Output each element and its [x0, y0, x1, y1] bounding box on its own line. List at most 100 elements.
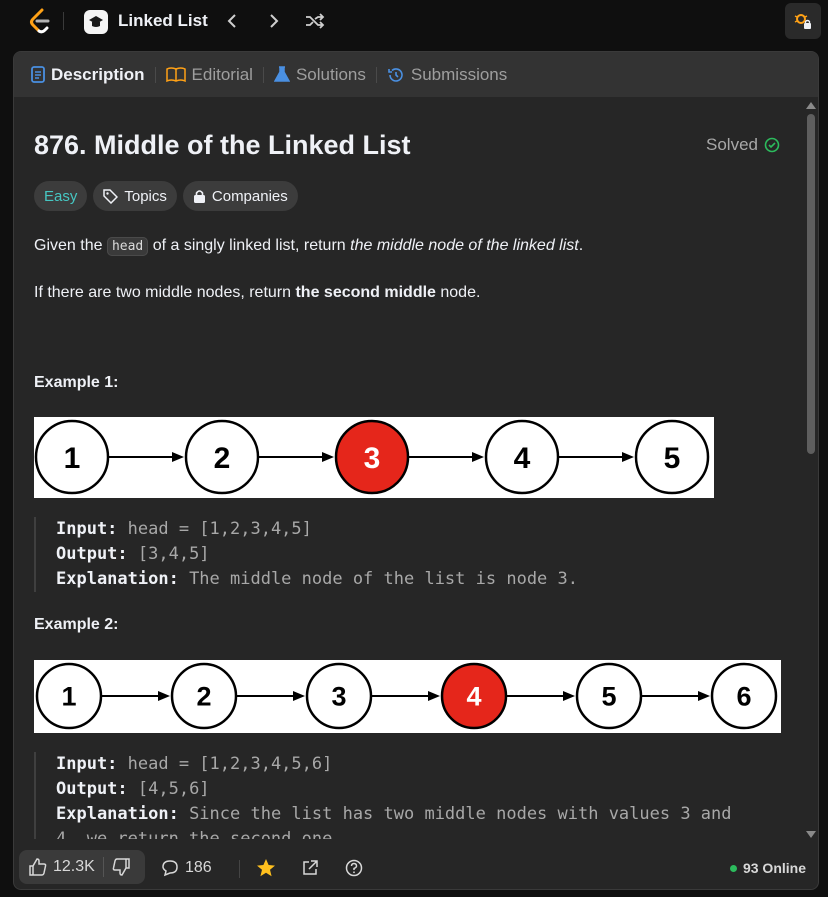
- companies-label: Companies: [211, 187, 288, 205]
- node-value: 1: [64, 442, 81, 475]
- random-problem-button[interactable]: [303, 9, 327, 33]
- shuffle-icon: [306, 13, 325, 29]
- help-button[interactable]: [345, 859, 363, 882]
- tag-icon: [103, 188, 119, 204]
- share-external-icon: [303, 860, 318, 875]
- like-button[interactable]: 12.3K: [29, 858, 95, 876]
- arrow-head-icon: [428, 691, 440, 701]
- output-label: Output:: [56, 544, 128, 564]
- tab-divider: [375, 66, 377, 83]
- solved-label: Solved: [706, 135, 758, 154]
- arrow-head-icon: [172, 452, 184, 462]
- comments-button[interactable]: 186: [161, 859, 212, 877]
- tab-submissions[interactable]: Submissions: [387, 65, 507, 85]
- history-icon: [388, 67, 403, 82]
- dislike-button[interactable]: [112, 858, 130, 876]
- check-circle-icon: [764, 137, 780, 153]
- input-value: head = [1,2,3,4,5]: [117, 519, 312, 539]
- chevron-right-icon: [270, 14, 279, 28]
- vote-divider: [102, 857, 104, 877]
- output-value: [4,5,6]: [127, 779, 210, 799]
- problem-list-title[interactable]: Linked List: [118, 11, 208, 31]
- top-bar: Linked List: [0, 0, 828, 42]
- tag-row: Easy Topics Companies: [34, 181, 298, 211]
- example-1-io: Input: head = [1,2,3,4,5] Output: [3,4,5…: [34, 517, 578, 592]
- flask-icon: [273, 66, 290, 82]
- explanation-value-line-2: 4, we return the second one.: [56, 829, 343, 839]
- vote-group: 12.3K: [19, 850, 145, 884]
- prev-problem-button[interactable]: [220, 9, 244, 33]
- tab-label: Editorial: [191, 64, 253, 84]
- example-2-diagram: 1 2 3 4 5 6: [34, 660, 781, 733]
- thumbs-up-icon: [29, 858, 47, 876]
- text: Given the: [34, 237, 107, 254]
- scroll-down-icon[interactable]: [805, 830, 817, 840]
- node-value: 4: [466, 682, 481, 712]
- arrow-head-icon: [158, 691, 170, 701]
- divider: [63, 12, 64, 30]
- tab-bar: Description Editorial Solutions Submissi…: [14, 52, 818, 97]
- example-1-title: Example 1:: [34, 374, 119, 391]
- tab-description[interactable]: Description: [31, 65, 145, 85]
- description-paragraph-2: If there are two middle nodes, return th…: [34, 282, 480, 304]
- explanation-value: Since the list has two middle nodes with…: [178, 804, 732, 824]
- code-snippet: head: [106, 237, 149, 256]
- example-2-title: Example 2:: [34, 616, 119, 633]
- tab-divider: [262, 66, 264, 83]
- online-indicator: 93 Online: [729, 860, 806, 876]
- leetcode-logo-icon[interactable]: [28, 8, 52, 34]
- tab-solutions[interactable]: Solutions: [273, 64, 366, 85]
- text: node.: [435, 284, 481, 301]
- scrollbar-thumb[interactable]: [807, 114, 815, 454]
- tab-label: Solutions: [295, 64, 366, 84]
- description-paragraph-1: Given the head of a singly linked list, …: [34, 235, 583, 258]
- node-value: 2: [214, 442, 231, 475]
- problem-description: 876. Middle of the Linked List Solved Ea…: [14, 97, 804, 839]
- tab-editorial[interactable]: Editorial: [165, 64, 253, 85]
- arrow-head-icon: [698, 691, 710, 701]
- output-label: Output:: [56, 779, 128, 799]
- problem-title: 876. Middle of the Linked List: [34, 130, 411, 160]
- problem-list-icon[interactable]: [84, 10, 108, 34]
- ai-assist-button[interactable]: [785, 3, 821, 39]
- tab-divider: [154, 66, 156, 83]
- explanation-label: Explanation:: [56, 569, 179, 589]
- bug-lock-icon: [794, 14, 811, 29]
- tab-label: Description: [51, 64, 145, 84]
- node-value: 1: [61, 682, 76, 712]
- input-value: head = [1,2,3,4,5,6]: [117, 754, 333, 774]
- thumbs-down-icon: [112, 858, 130, 876]
- topics-label: Topics: [124, 187, 167, 205]
- topics-tag[interactable]: Topics: [93, 181, 177, 211]
- solved-status: Solved: [706, 135, 780, 155]
- favorite-button[interactable]: [256, 858, 276, 883]
- online-dot-icon: [729, 864, 737, 872]
- explanation-value: The middle node of the list is node 3.: [178, 569, 578, 589]
- bold-text: the second middle: [295, 284, 436, 301]
- difficulty-badge[interactable]: Easy: [34, 181, 88, 211]
- node-value: 3: [331, 682, 346, 712]
- arrow-head-icon: [322, 452, 334, 462]
- example-1-diagram: 1 2 3 4 5: [34, 417, 714, 498]
- text: of a singly linked list, return: [148, 237, 351, 254]
- description-icon: [31, 66, 45, 83]
- lock-icon: [193, 190, 205, 203]
- next-problem-button[interactable]: [262, 9, 286, 33]
- scrollbar[interactable]: [805, 100, 817, 840]
- scroll-up-icon[interactable]: [805, 100, 817, 110]
- star-icon: [257, 859, 275, 877]
- comment-icon: [162, 860, 178, 877]
- input-label: Input:: [56, 754, 118, 774]
- companies-tag[interactable]: Companies: [182, 181, 298, 211]
- node-value: 5: [601, 682, 616, 712]
- share-button[interactable]: [301, 859, 319, 882]
- book-icon: [165, 67, 186, 82]
- tab-label: Submissions: [410, 64, 508, 84]
- input-label: Input:: [56, 519, 118, 539]
- arrow-head-icon: [563, 691, 575, 701]
- emphasis-text: the middle node of the linked list: [350, 237, 579, 254]
- node-value: 2: [196, 682, 211, 712]
- footer-bar: 12.3K 186 93 Online: [14, 848, 818, 889]
- example-2-io: Input: head = [1,2,3,4,5,6] Output: [4,5…: [34, 752, 732, 839]
- arrow-head-icon: [622, 452, 634, 462]
